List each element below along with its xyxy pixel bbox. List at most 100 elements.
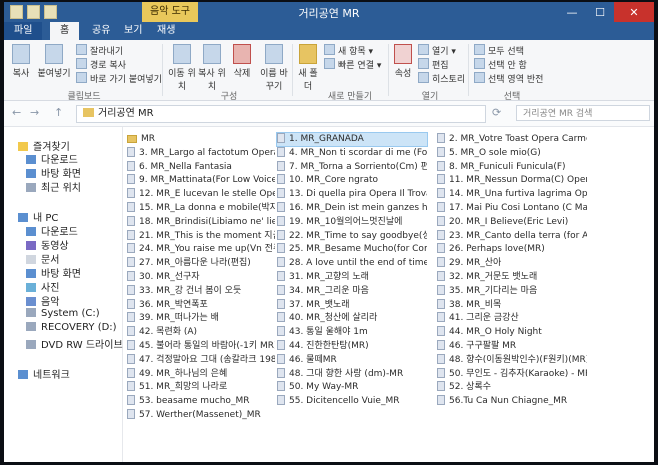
breadcrumb[interactable]: 거리공연 MR xyxy=(98,108,154,119)
file-item[interactable]: 42. 목련화 (A) xyxy=(127,326,275,339)
file-item[interactable]: 26. Perhaps love(MR) xyxy=(437,243,587,256)
file-item[interactable]: 30. MR_선구자 xyxy=(127,271,275,284)
edit-button[interactable]: 편집 xyxy=(418,58,449,71)
file-item[interactable]: 55. Dicitencello Vuie_MR xyxy=(277,395,427,408)
file-item[interactable]: 46. 구구팔팔 MR xyxy=(437,340,587,353)
nav-item-recent[interactable]: 최근 위치 xyxy=(26,179,81,194)
file-item[interactable]: 24. MR_You raise me up(Vn 전주 ... xyxy=(127,243,275,256)
file-item[interactable]: 34. MR_그리운 마음 xyxy=(277,284,427,298)
copy-path-button[interactable]: 경로 복사 xyxy=(76,58,126,71)
file-item[interactable]: 17. Mai Piu Cosi Lontano (C Major ... xyxy=(437,202,587,215)
rename-button[interactable]: 이름 바꾸기 xyxy=(258,44,290,92)
file-item[interactable]: 22. MR_Time to say goodbye(성여울) xyxy=(277,229,427,243)
file-item[interactable]: 7. MR_Torna a Sorriento(Cm) 편집... xyxy=(277,160,427,174)
file-item[interactable]: 5. MR_O sole mio(G) xyxy=(437,146,587,160)
tab-play[interactable]: 재생 xyxy=(147,22,185,40)
file-item[interactable]: 3. MR_Largo al factotum Opera Il B... xyxy=(127,146,275,160)
back-button[interactable]: ← xyxy=(12,106,21,119)
file-item[interactable]: 50. My Way-MR xyxy=(277,381,427,394)
file-item[interactable]: 23. MR_Canto della terra (for Andre... xyxy=(437,229,587,243)
copy-to-button[interactable]: 복사 위치 xyxy=(198,44,226,92)
nav-item-drive-c[interactable]: System (C:) xyxy=(26,308,100,319)
tab-home[interactable]: 홈 xyxy=(50,22,80,40)
refresh-button[interactable]: ⟳ xyxy=(492,106,501,119)
file-item[interactable]: 35. MR_기다리는 마음 xyxy=(437,284,587,298)
file-item[interactable]: 20. MR_I Believe(Eric Levi) xyxy=(437,215,587,229)
copy-button[interactable]: 복사 xyxy=(8,44,34,79)
file-item[interactable]: 6. MR_Nella Fantasia xyxy=(127,160,275,174)
open-button[interactable]: 열기 ▾ xyxy=(418,44,456,57)
nav-item-downloads[interactable]: 다운로드 xyxy=(26,151,78,166)
file-item[interactable]: 46. 물떼MR xyxy=(277,353,427,367)
file-item[interactable]: 18. MR_Brindisi(Libiamo ne' lieti cal... xyxy=(127,215,275,229)
new-item-button[interactable]: 새 항목 ▾ xyxy=(324,44,373,57)
search-input[interactable]: 거리공연 MR 검색 xyxy=(516,105,650,121)
paste-shortcut-button[interactable]: 바로 가기 붙여넣기 xyxy=(76,72,162,85)
nav-item-documents[interactable]: 문서 xyxy=(26,251,59,266)
select-none-button[interactable]: 선택 안 함 xyxy=(474,58,527,71)
file-item[interactable]: 8. MR_Funiculi Funicula(F) xyxy=(437,160,587,174)
paste-button[interactable]: 붙여넣기 xyxy=(36,44,72,79)
nav-item-drive-d[interactable]: RECOVERY (D:) xyxy=(26,322,117,333)
file-item[interactable]: 31. MR_고향의 노래 xyxy=(277,271,427,284)
nav-item-music[interactable]: 음악 xyxy=(26,293,59,308)
file-item[interactable]: 32. MR_거문도 뱃노래 xyxy=(437,271,587,284)
history-button[interactable]: 히스토리 xyxy=(418,72,465,85)
file-item[interactable]: 48. 향수(이동원박인수)(F원키)(MR) xyxy=(437,353,587,367)
file-item[interactable]: 10. MR_Core ngrato xyxy=(277,174,427,187)
file-item[interactable]: 49. MR_하나님의 은혜 xyxy=(127,367,275,381)
file-item[interactable]: 13. Di quella pira Opera Il Trovatore... xyxy=(277,188,427,201)
file-item[interactable]: 9. MR_Mattinata(For Low Voice) xyxy=(127,174,275,187)
select-all-button[interactable]: 모두 선택 xyxy=(474,44,524,57)
move-to-button[interactable]: 이동 위치 xyxy=(168,44,196,92)
properties-button[interactable]: 속성 xyxy=(392,44,414,79)
file-item[interactable]: 14. MR_Una furtiva lagrima Opera E... xyxy=(437,188,587,201)
file-item[interactable]: 21. MR_This is the moment 지금 이... xyxy=(127,229,275,243)
nav-this-pc[interactable]: 내 PC xyxy=(18,209,58,224)
file-item[interactable]: 39. MR_떠나가는 배 xyxy=(127,312,275,325)
file-item[interactable]: 33. MR_강 건너 봄이 오듯 xyxy=(127,284,275,298)
file-item[interactable]: 19. MR_10월의어느멋진날에 xyxy=(277,215,427,229)
file-item[interactable]: 36. MR_박연폭포 xyxy=(127,298,275,312)
nav-item-desktop[interactable]: 바탕 화면 xyxy=(26,165,81,180)
file-item[interactable]: 12. MR_E lucevan le stelle Opera To... xyxy=(127,188,275,201)
file-item[interactable]: 4. MR_Non ti scordar di me (For Te... xyxy=(277,146,427,160)
easy-access-button[interactable]: 빠른 연결 ▾ xyxy=(324,58,381,71)
file-item[interactable]: 47. 걱정말아요 그대 (송칼라크 198... xyxy=(127,353,275,367)
file-item[interactable]: 41. 그리운 금강산 xyxy=(437,312,587,325)
file-item[interactable]: 53. beasame mucho_MR xyxy=(127,395,275,408)
file-item[interactable]: 45. 불어라 통일의 바람아(-1키 MR) xyxy=(127,340,275,353)
file-item[interactable]: 44. 진한한탄탕(MR) xyxy=(277,340,427,353)
file-item[interactable]: 40. MR_청산에 살리라 xyxy=(277,312,427,325)
nav-item-pictures[interactable]: 사진 xyxy=(26,279,59,294)
minimize-button[interactable]: — xyxy=(558,2,586,22)
invert-selection-button[interactable]: 선택 영역 반전 xyxy=(474,72,543,85)
file-item[interactable]: 38. MR_비목 xyxy=(437,298,587,312)
close-button[interactable]: ✕ xyxy=(614,2,654,22)
nav-network[interactable]: 네트워크 xyxy=(18,366,70,381)
file-item[interactable]: 48. 그대 향한 사랑 (dm)-MR xyxy=(277,367,427,381)
delete-button[interactable]: 삭제 xyxy=(228,44,256,79)
tab-file[interactable]: 파일 xyxy=(4,22,43,40)
file-item[interactable]: 15. MR_La donna e mobile(박자수... xyxy=(127,202,275,215)
file-item[interactable]: 57. Werther(Massenet)_MR xyxy=(127,409,275,422)
forward-button[interactable]: → xyxy=(30,106,39,119)
file-item[interactable]: 16. MR_Dein ist mein ganzes herz xyxy=(277,202,427,215)
file-item[interactable]: 52. 상록수 xyxy=(437,381,587,394)
nav-item-videos[interactable]: 동영상 xyxy=(26,237,69,252)
file-item[interactable]: 27. MR_아름다운 나라(편집) xyxy=(127,257,275,270)
file-item[interactable]: 1. MR_GRANADA xyxy=(276,132,428,147)
maximize-button[interactable]: ☐ xyxy=(586,2,614,22)
file-item[interactable]: 56.Tu Ca Nun Chiagne_MR xyxy=(437,395,587,408)
nav-item-downloads-pc[interactable]: 다운로드 xyxy=(26,223,78,238)
file-item[interactable]: 25. MR_Besame Mucho(for Come B... xyxy=(277,243,427,256)
file-item[interactable]: 44. MR_O Holy Night xyxy=(437,326,587,339)
new-folder-button[interactable]: 새 폴더 xyxy=(296,44,320,92)
file-item[interactable]: 50. 무인도 - 김추자(Karaoke) - MR xyxy=(437,367,587,381)
file-item[interactable]: 28. A love until the end of time(MR... xyxy=(277,257,427,270)
file-item[interactable]: 29. MR_산아 xyxy=(437,257,587,270)
up-button[interactable]: ↑ xyxy=(54,106,63,119)
address-bar[interactable]: 거리공연 MR xyxy=(76,105,486,123)
file-item[interactable]: 11. MR_Nessun Dorma(C) Opera Tu... xyxy=(437,174,587,187)
cut-button[interactable]: 잘라내기 xyxy=(76,44,123,57)
